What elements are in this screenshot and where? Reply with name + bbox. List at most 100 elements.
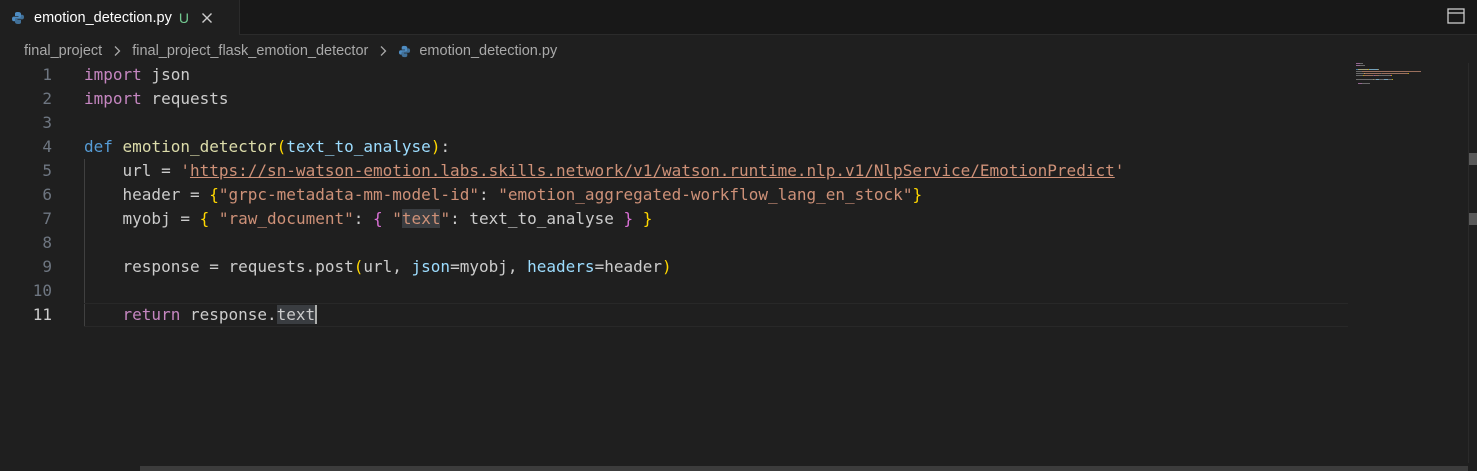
minimap-line [1390, 75, 1392, 76]
code-token: json [141, 65, 190, 84]
line-number: 4 [42, 137, 52, 156]
tab-label: emotion_detection.py [34, 9, 172, 26]
code-line[interactable]: 7 myobj = { "raw_document": { "text": te… [0, 207, 1348, 231]
minimap-line [1364, 75, 1373, 76]
minimap-line [1362, 71, 1421, 72]
code-token: { [199, 209, 210, 228]
line-number: 8 [42, 233, 52, 252]
minimap-line [1358, 69, 1368, 70]
minimap-line [1420, 71, 1421, 72]
code-token: text_to_analyse [286, 137, 431, 156]
code-token: " [440, 209, 451, 228]
code-text: import json [84, 63, 190, 87]
code-token: url, [363, 257, 412, 276]
code-token: response = requests.post [84, 257, 354, 276]
code-line[interactable]: 9 response = requests.post(url, json=myo… [0, 255, 1348, 279]
line-number: 10 [32, 281, 52, 300]
minimap-line [1378, 69, 1379, 70]
code-token: ) [430, 137, 441, 156]
minimap-line [1359, 63, 1363, 64]
code-line[interactable]: 10 [0, 279, 1348, 303]
code-token: { [373, 209, 383, 228]
minimap-line [1381, 73, 1408, 74]
code-token: ' [180, 161, 190, 180]
minimap-line [1364, 73, 1381, 74]
code-token: =header [594, 257, 662, 276]
code-token: https://sn-watson-emotion.labs.skills.ne… [189, 161, 1115, 180]
code-token: ) [662, 257, 672, 276]
code-token: import [84, 65, 142, 84]
code-token: "raw_document" [218, 209, 354, 228]
code-line[interactable]: 6 header = {"grpc-metadata-mm-model-id":… [0, 183, 1348, 207]
code-token: headers [527, 257, 595, 276]
code-line[interactable]: 1 import json [0, 63, 1348, 87]
python-icon [10, 10, 26, 26]
breadcrumb-item-subfolder[interactable]: final_project_flask_emotion_detector [132, 43, 368, 59]
code-token: return [122, 305, 181, 324]
minimap[interactable] [1356, 63, 1456, 103]
code-token: emotion_detector [122, 137, 277, 156]
code-token: ' [1114, 161, 1125, 180]
minimap-line [1368, 83, 1371, 84]
chevron-right-icon [379, 45, 387, 57]
code-token: response. [180, 305, 277, 324]
code-token: "emotion_aggregated-workflow_lang_en_sto… [498, 185, 913, 204]
code-token: } [623, 209, 634, 228]
minimap-line [1368, 69, 1378, 70]
minimap-line [1356, 75, 1364, 76]
minimap-line [1392, 79, 1393, 80]
minimap-line [1378, 75, 1390, 76]
code-token: } [642, 209, 653, 228]
editor-tab[interactable]: emotion_detection.py U [0, 0, 240, 35]
split-editor-icon[interactable] [1447, 8, 1465, 24]
code-line[interactable]: 5 url = 'https://sn-watson-emotion.labs.… [0, 159, 1348, 183]
breadcrumb-item-folder[interactable]: final_project [24, 43, 102, 59]
code-token: text [401, 209, 441, 228]
code-line[interactable]: 2 import requests [0, 87, 1348, 111]
code-line[interactable]: 3 [0, 111, 1348, 135]
code-token: header = [84, 185, 210, 204]
horizontal-scrollbar[interactable] [140, 466, 1468, 471]
code-text: header = {"grpc-metadata-mm-model-id": "… [84, 183, 923, 207]
scrollbar-marker [1469, 213, 1477, 225]
minimap-line [1356, 73, 1364, 74]
tab-bar: emotion_detection.py U [0, 0, 1477, 35]
code-token: ( [353, 257, 364, 276]
vertical-scrollbar[interactable] [1468, 63, 1477, 463]
code-token: text [276, 305, 316, 324]
line-number: 11 [32, 305, 52, 324]
line-number: 2 [42, 89, 52, 108]
code-token: : [353, 209, 373, 228]
close-icon[interactable] [199, 10, 215, 26]
code-text: return response.text [84, 303, 318, 327]
code-token: ( [276, 137, 287, 156]
code-token: requests [141, 89, 229, 108]
code-line[interactable]: 8 [0, 231, 1348, 255]
scrollbar-marker [1469, 153, 1477, 165]
minimap-line [1359, 65, 1365, 66]
code-token: { [209, 185, 219, 204]
code-token: myobj = [84, 209, 200, 228]
minimap-line [1407, 73, 1409, 74]
code-token: : [478, 185, 499, 204]
line-number: 5 [42, 161, 52, 180]
code-line[interactable]: 11 return response.text [0, 303, 1348, 327]
code-token: =myobj, [450, 257, 528, 276]
code-editor[interactable]: 1 import json 2 import requests 3 4 def emotio… [0, 63, 1348, 463]
code-token: : [440, 137, 451, 156]
breadcrumb-file-label: emotion_detection.py [419, 43, 558, 59]
code-text: import requests [84, 87, 229, 111]
breadcrumb-item-file[interactable]: emotion_detection.py [398, 43, 557, 59]
code-token: " [392, 209, 402, 228]
breadcrumb: final_project final_project_flask_emotio… [24, 40, 557, 62]
code-text: myobj = { "raw_document": { "text": text… [84, 207, 652, 231]
code-text: url = 'https://sn-watson-emotion.labs.sk… [84, 159, 1125, 183]
python-icon [398, 45, 411, 58]
code-line[interactable]: 4 def emotion_detector(text_to_analyse): [0, 135, 1348, 159]
code-token: json [411, 257, 451, 276]
